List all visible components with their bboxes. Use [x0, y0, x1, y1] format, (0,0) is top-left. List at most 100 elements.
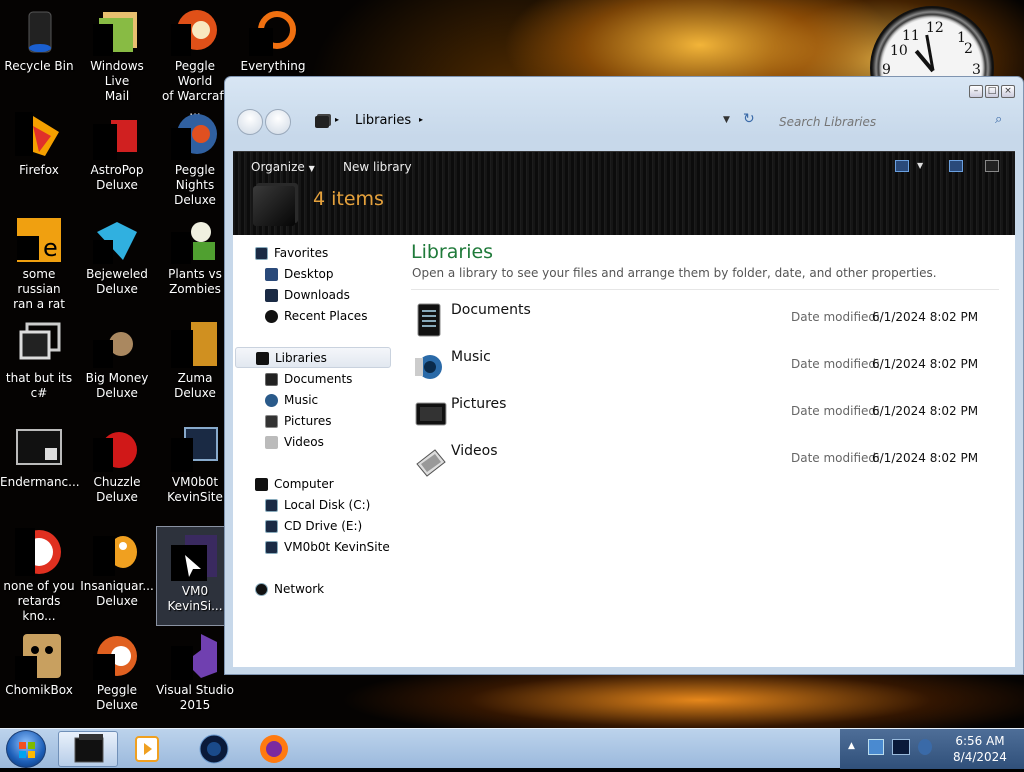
- back-button[interactable]: [237, 109, 263, 135]
- globe-icon: [199, 734, 229, 764]
- display-tray-icon[interactable]: [892, 739, 910, 755]
- volume-tray-icon[interactable]: [918, 739, 932, 755]
- terminal-icon: [15, 424, 63, 472]
- desktop-icon-bejeweled[interactable]: Bejeweled Deluxe: [78, 210, 156, 310]
- astropop-icon: [93, 112, 141, 160]
- libraries-large-icon: [253, 186, 295, 226]
- help-icon[interactable]: [985, 160, 999, 172]
- desktop-icon-vm0-kevinsite-selected[interactable]: VM0 KevinSi...: [156, 526, 234, 626]
- forward-button[interactable]: [265, 109, 291, 135]
- library-item-videos[interactable]: Videos Date modified: 6/1/2024 8:02 PM: [411, 440, 1001, 482]
- desktop-icon-chuzzle[interactable]: Chuzzle Deluxe: [78, 418, 156, 518]
- firefox-icon: [260, 735, 288, 763]
- desktop-icon-firefox[interactable]: Firefox: [0, 106, 78, 206]
- search-input[interactable]: [767, 111, 1013, 133]
- refresh-icon[interactable]: ↻: [743, 111, 755, 127]
- desktop-icon-chomikbox[interactable]: ChomikBox: [0, 626, 78, 726]
- taskbar-firefox[interactable]: [244, 731, 304, 767]
- taskbar-explorer[interactable]: [58, 731, 118, 767]
- window-controls: – □ ×: [969, 85, 1015, 98]
- downloads-icon: [265, 289, 278, 302]
- divider: [411, 289, 999, 290]
- desktop-icon-plants-vs-zombies[interactable]: Plants vs Zombies: [156, 210, 234, 310]
- hamster-icon: [15, 632, 63, 680]
- minimize-button[interactable]: –: [969, 85, 983, 98]
- cd-drive-icon: [265, 520, 278, 533]
- preview-pane-icon[interactable]: [949, 160, 963, 172]
- taskbar-media-player[interactable]: [120, 731, 180, 767]
- zuma-icon: [171, 320, 219, 368]
- chevron-down-icon: ▼: [308, 164, 315, 173]
- library-list: Libraries Open a library to see your fil…: [411, 235, 1011, 667]
- plant-icon: [171, 216, 219, 264]
- navigation-pane: Favorites Desktop Downloads Recent Place…: [233, 235, 401, 667]
- desktop-icon-some-russian-ran-a-rat[interactable]: e some russian ran a rat: [0, 210, 78, 311]
- desktop-icon-astropop[interactable]: AstroPop Deluxe: [78, 106, 156, 206]
- desktop-icon-big-money[interactable]: Big Money Deluxe: [78, 314, 156, 414]
- organize-button[interactable]: Organize ▼: [251, 160, 315, 174]
- start-button[interactable]: [6, 730, 46, 768]
- chevron-right-icon[interactable]: ▸: [335, 115, 339, 124]
- firefox-icon: [15, 112, 63, 160]
- star-icon: [255, 247, 268, 260]
- shortcut-icon: [15, 320, 63, 368]
- desktop-icon-that-but-its-csharp[interactable]: that but its c#: [0, 314, 78, 414]
- money-bag-icon: [93, 320, 141, 368]
- pictures-icon: [415, 397, 447, 429]
- maximize-button[interactable]: □: [985, 85, 999, 98]
- chevron-right-icon[interactable]: ▸: [419, 115, 423, 124]
- desktop-icon-endermanc[interactable]: Endermanc...: [0, 418, 80, 518]
- peggle-wow-icon: [171, 8, 219, 56]
- mail-icon: [93, 8, 141, 56]
- breadcrumb-libraries[interactable]: Libraries: [355, 113, 411, 128]
- music-icon: [265, 394, 278, 407]
- hard-disk-icon: [265, 499, 278, 512]
- desktop-icon-peggle-nights[interactable]: Peggle Nights Deluxe: [156, 106, 234, 207]
- clock-tray[interactable]: 6:56 AM 8/4/2024: [940, 733, 1020, 765]
- desktop-icon-none-of-you[interactable]: none of you retards kno...: [0, 522, 78, 623]
- show-hidden-icons-button[interactable]: ▲: [848, 741, 855, 751]
- network-icon: [255, 583, 268, 596]
- new-library-button[interactable]: New library: [343, 160, 412, 174]
- peggle-icon: [93, 632, 141, 680]
- library-folder-icon: [315, 116, 329, 128]
- page-title: Libraries: [411, 241, 494, 263]
- search-icon[interactable]: ⌕: [995, 112, 1002, 127]
- shortcut-arrow-icon: [171, 533, 219, 581]
- address-bar[interactable]: ▸ Libraries ▸: [315, 113, 735, 133]
- close-button[interactable]: ×: [1001, 85, 1015, 98]
- change-view-icon[interactable]: [895, 160, 909, 172]
- network-drive-icon: [265, 541, 278, 554]
- tray-time: 6:56 AM: [955, 734, 1005, 748]
- library-item-music[interactable]: Music Date modified: 6/1/2024 8:02 PM: [411, 346, 1001, 388]
- desktop-icon-peggle-world-of-warcraft[interactable]: Peggle World of Warcraft ...: [156, 2, 234, 118]
- media-player-icon: [135, 736, 159, 762]
- desktop-icon-windows-live-mail[interactable]: Windows Live Mail: [78, 2, 156, 103]
- libraries-icon: [256, 352, 269, 365]
- computer-icon: [255, 478, 268, 491]
- library-item-documents[interactable]: Documents Date modified: 6/1/2024 8:02 P…: [411, 299, 1001, 341]
- explorer-window[interactable]: – □ × ▸ Libraries ▸ ▼ ↻ ⌕ Organize ▼ New…: [224, 76, 1024, 675]
- documents-icon: [265, 373, 278, 386]
- desktop-icon-peggle-deluxe[interactable]: Peggle Deluxe: [78, 626, 156, 726]
- chuzzle-icon: [93, 424, 141, 472]
- library-item-pictures[interactable]: Pictures Date modified: 6/1/2024 8:02 PM: [411, 393, 1001, 435]
- desktop-icon: [265, 268, 278, 281]
- explorer-icon: [74, 734, 104, 763]
- desktop-icon-insaniquarium[interactable]: Insaniquar... Deluxe: [78, 522, 156, 622]
- chevron-down-icon[interactable]: ▼: [917, 161, 923, 170]
- taskbar-globe-app[interactable]: [184, 731, 244, 767]
- nav-libraries[interactable]: Libraries: [235, 347, 391, 368]
- desktop-icon-visual-studio[interactable]: Visual Studio 2015: [156, 626, 234, 726]
- desktop-icon-zuma-deluxe[interactable]: Zuma Deluxe: [156, 314, 234, 414]
- visual-studio-icon: [171, 632, 219, 680]
- network-tray-icon[interactable]: [868, 739, 884, 755]
- svg-text:e: e: [43, 234, 58, 262]
- dropdown-arrow-icon[interactable]: ▼: [723, 115, 730, 125]
- content-area: Favorites Desktop Downloads Recent Place…: [233, 235, 1015, 667]
- desktop-icon-recycle-bin[interactable]: Recycle Bin: [0, 2, 78, 102]
- desktop-icon-vm0b0t-kevinsite[interactable]: VM0b0t KevinSite: [156, 418, 234, 518]
- network-drive-icon: [171, 424, 219, 472]
- recent-places-icon: [265, 310, 278, 323]
- item-count: 4 items: [313, 188, 384, 210]
